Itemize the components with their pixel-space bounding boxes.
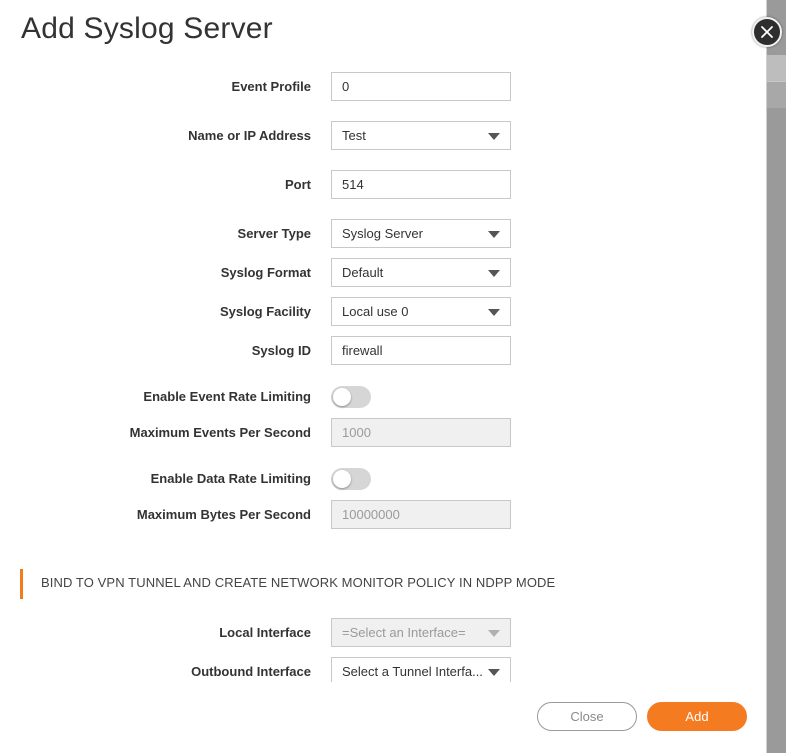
chevron-down-icon bbox=[488, 309, 500, 316]
name-or-ip-value: Test bbox=[342, 128, 366, 143]
name-or-ip-row: Name or IP Address Test bbox=[0, 121, 767, 151]
server-type-label: Server Type bbox=[237, 226, 311, 241]
add-syslog-server-dialog: Add Syslog Server Event Profile 0 Name o… bbox=[0, 0, 767, 753]
outbound-interface-row: Outbound Interface Select a Tunnel Inter… bbox=[0, 657, 767, 682]
local-interface-value: =Select an Interface= bbox=[342, 625, 466, 640]
event-profile-label: Event Profile bbox=[231, 79, 311, 94]
local-interface-select[interactable]: =Select an Interface= bbox=[331, 618, 511, 647]
outbound-interface-label: Outbound Interface bbox=[191, 664, 311, 679]
chevron-down-icon bbox=[488, 669, 500, 676]
event-profile-row: Event Profile 0 bbox=[0, 72, 767, 102]
scroll-content-area: Local Interface =Select an Interface= Ou… bbox=[0, 615, 767, 682]
name-or-ip-select[interactable]: Test bbox=[331, 121, 511, 150]
dialog-title: Add Syslog Server bbox=[21, 12, 273, 45]
data-rate-limiting-toggle[interactable] bbox=[331, 468, 371, 490]
syslog-id-row: Syslog ID firewall bbox=[0, 336, 767, 366]
max-events-input[interactable]: 1000 bbox=[331, 418, 511, 447]
syslog-format-row: Syslog Format Default bbox=[0, 258, 767, 288]
data-rate-limiting-row: Enable Data Rate Limiting bbox=[0, 464, 767, 494]
event-rate-limiting-row: Enable Event Rate Limiting bbox=[0, 382, 767, 412]
toggle-knob bbox=[333, 388, 351, 406]
max-bytes-input[interactable]: 10000000 bbox=[331, 500, 511, 529]
syslog-facility-value: Local use 0 bbox=[342, 304, 409, 319]
syslog-format-select[interactable]: Default bbox=[331, 258, 511, 287]
port-label: Port bbox=[285, 177, 311, 192]
local-interface-label: Local Interface bbox=[219, 625, 311, 640]
port-input[interactable]: 514 bbox=[331, 170, 511, 199]
syslog-format-value: Default bbox=[342, 265, 384, 280]
max-bytes-label: Maximum Bytes Per Second bbox=[136, 507, 311, 522]
syslog-facility-label: Syslog Facility bbox=[219, 304, 311, 319]
server-type-row: Server Type Syslog Server bbox=[0, 219, 767, 249]
name-or-ip-label: Name or IP Address bbox=[188, 128, 311, 143]
chevron-down-icon bbox=[488, 133, 500, 140]
server-type-value: Syslog Server bbox=[342, 226, 423, 241]
max-bytes-row: Maximum Bytes Per Second 10000000 bbox=[0, 500, 767, 530]
syslog-facility-row: Syslog Facility Local use 0 bbox=[0, 297, 767, 327]
chevron-down-icon bbox=[488, 231, 500, 238]
vpn-section-title: BIND TO VPN TUNNEL AND CREATE NETWORK MO… bbox=[41, 575, 556, 590]
local-interface-row: Local Interface =Select an Interface= bbox=[0, 618, 767, 648]
max-events-label: Maximum Events Per Second bbox=[129, 425, 311, 440]
add-button[interactable]: Add bbox=[647, 702, 747, 731]
syslog-facility-select[interactable]: Local use 0 bbox=[331, 297, 511, 326]
close-button[interactable]: Close bbox=[537, 702, 637, 731]
outbound-interface-select[interactable]: Select a Tunnel Interfa... bbox=[331, 657, 511, 682]
syslog-format-label: Syslog Format bbox=[220, 265, 311, 280]
server-type-select[interactable]: Syslog Server bbox=[331, 219, 511, 248]
outbound-interface-value: Select a Tunnel Interfa... bbox=[342, 664, 483, 679]
data-rate-limiting-label: Enable Data Rate Limiting bbox=[150, 471, 311, 486]
syslog-id-label: Syslog ID bbox=[251, 343, 311, 358]
event-profile-input[interactable]: 0 bbox=[331, 72, 511, 101]
event-rate-limiting-label: Enable Event Rate Limiting bbox=[143, 389, 311, 404]
chevron-down-icon bbox=[488, 630, 500, 637]
chevron-down-icon bbox=[488, 270, 500, 277]
event-rate-limiting-toggle[interactable] bbox=[331, 386, 371, 408]
syslog-id-input[interactable]: firewall bbox=[331, 336, 511, 365]
port-row: Port 514 bbox=[0, 170, 767, 200]
max-events-row: Maximum Events Per Second 1000 bbox=[0, 418, 767, 448]
close-icon[interactable] bbox=[752, 17, 782, 47]
close-icon-glyph bbox=[761, 26, 773, 38]
section-accent-bar bbox=[20, 569, 23, 599]
toggle-knob bbox=[333, 470, 351, 488]
